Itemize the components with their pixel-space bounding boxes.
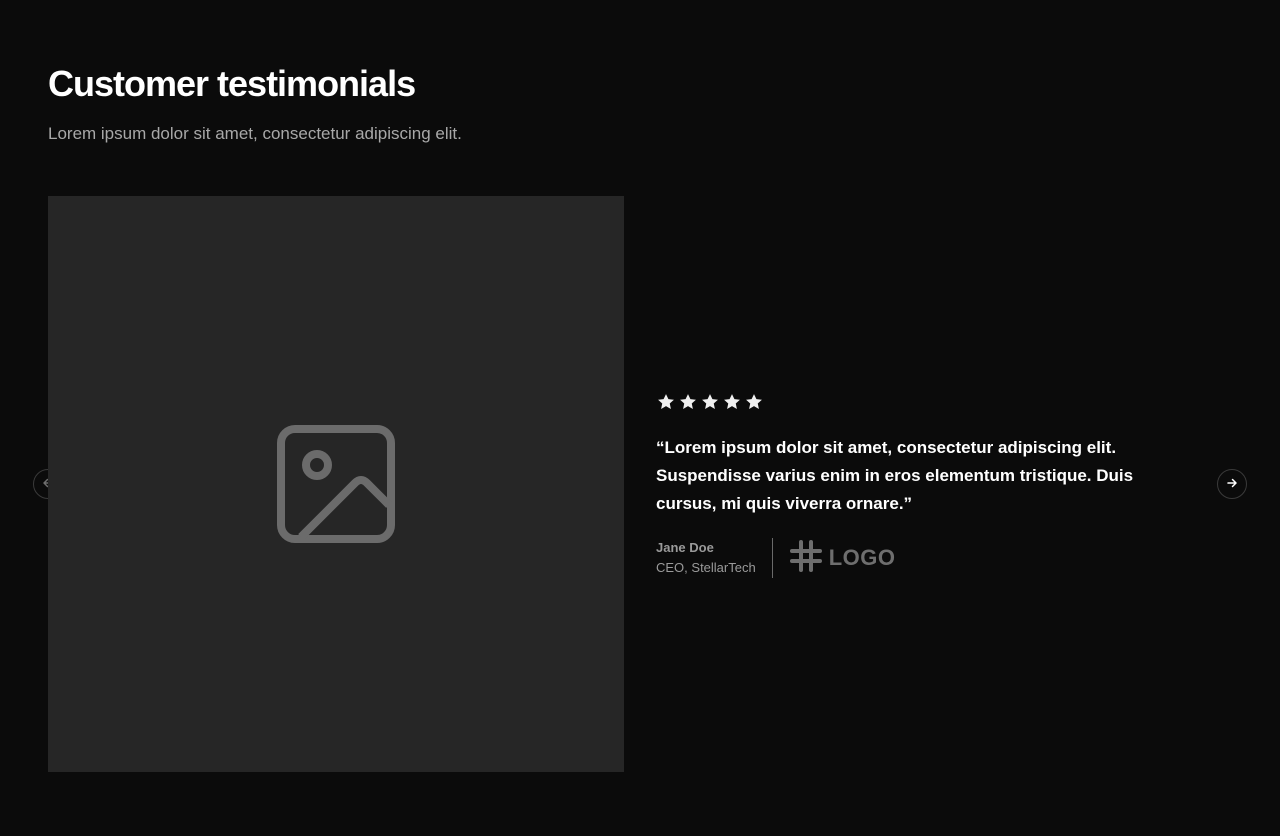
testimonial-quote: “Lorem ipsum dolor sit amet, consectetur… — [656, 438, 1134, 513]
next-slide-button[interactable] — [1217, 469, 1247, 499]
testimonial-attribution: Jane Doe CEO, StellarTech LOGO — [656, 538, 1136, 578]
star-icon — [702, 394, 718, 409]
author-info: Jane Doe CEO, StellarTech — [656, 538, 756, 578]
hash-icon — [789, 539, 823, 578]
section-subtitle: Lorem ipsum dolor sit amet, consectetur … — [48, 124, 462, 143]
section-title: Customer testimonials — [48, 63, 416, 104]
star-icon — [658, 394, 674, 409]
author-title: CEO, StellarTech — [656, 560, 756, 575]
company-logo: LOGO — [789, 539, 896, 578]
star-icon — [724, 394, 740, 409]
star-icon — [746, 394, 762, 409]
testimonial-content: “Lorem ipsum dolor sit amet, consectetur… — [656, 390, 1136, 578]
star-rating — [656, 390, 1136, 414]
divider — [771, 538, 773, 578]
testimonial-image — [48, 196, 624, 772]
star-icon — [680, 394, 696, 409]
arrow-right-icon — [1225, 476, 1239, 493]
logo-text: LOGO — [828, 545, 896, 570]
testimonials-section: Customer testimonials Lorem ipsum dolor … — [0, 0, 1280, 836]
image-placeholder-icon — [277, 425, 395, 543]
author-name: Jane Doe — [656, 540, 714, 555]
